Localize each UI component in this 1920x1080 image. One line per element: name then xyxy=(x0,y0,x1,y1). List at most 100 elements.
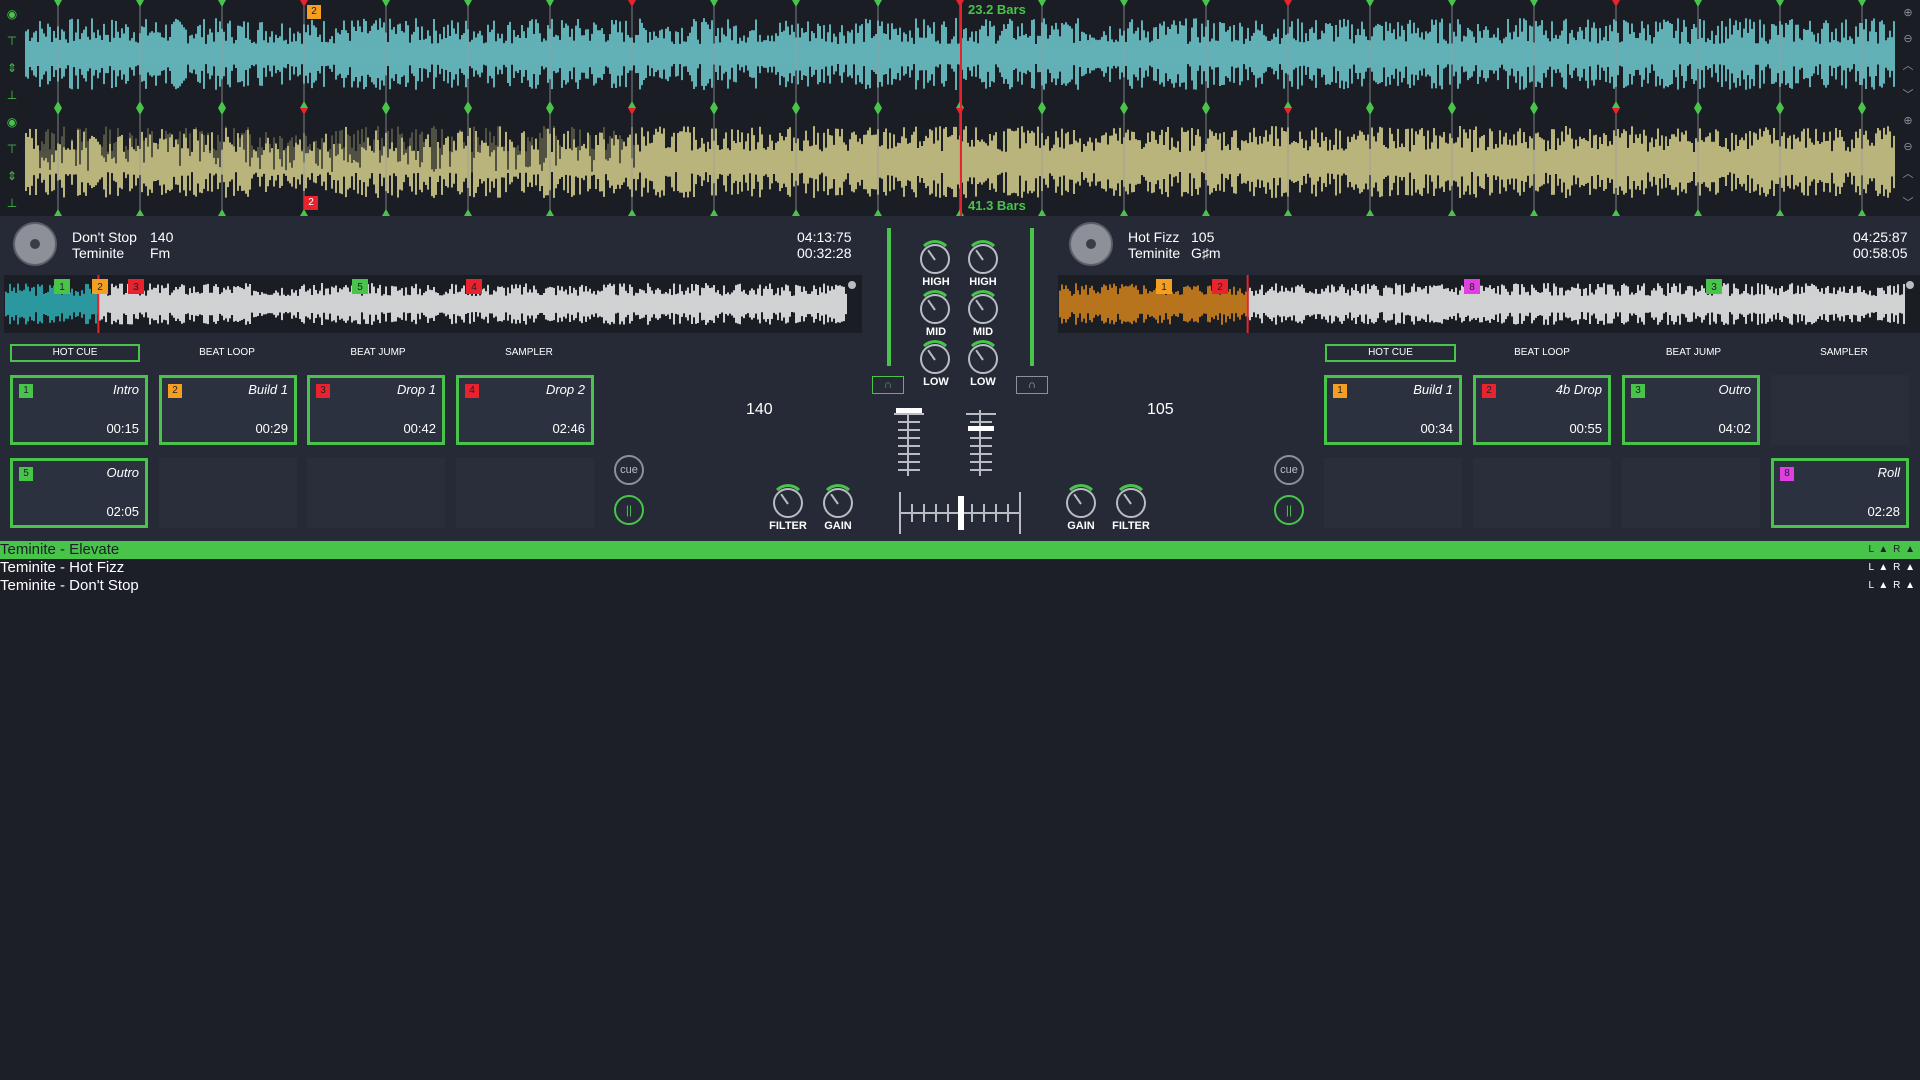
deck-b-track-waveform[interactable]: 1 2 8 3 xyxy=(1058,275,1920,333)
deck-b-hotcue-pad-1[interactable]: 1 Build 1 00:34 xyxy=(1324,375,1462,445)
deck-a-play-pause-button[interactable]: || xyxy=(614,495,644,525)
load-deck-buttons[interactable]: L ▲ R ▲ xyxy=(1868,541,1916,559)
knob-arc xyxy=(1114,484,1148,518)
chevron-down-icon[interactable]: ﹀ xyxy=(1903,194,1914,210)
pad-name: Outro xyxy=(106,465,139,480)
zoom-out-icon[interactable]: ⊖ xyxy=(1903,140,1912,153)
deck-a-filter-knob[interactable] xyxy=(771,484,805,518)
track-played-path xyxy=(5,283,99,325)
pad-number: 8 xyxy=(1780,467,1794,481)
beat-marker xyxy=(546,209,554,216)
deck-a-eq-mid-knob[interactable] xyxy=(918,290,952,324)
deck-b-eq-low-knob[interactable] xyxy=(966,340,1000,374)
beat-marker xyxy=(1366,209,1374,216)
deck-b-hotcue-pad-2[interactable]: 2 4b Drop 00:55 xyxy=(1473,375,1611,445)
deck-a-overview-waveform[interactable]: ◉ ⊤ ⇕ ⊥ ⊕ ⊖ ︿ ﹀ 23.2 Bars 2 xyxy=(0,0,1920,108)
deck-a-tab-hot-cue[interactable]: HOT CUE xyxy=(10,344,140,362)
deck-b-overview-cue-marker[interactable]: 2 xyxy=(304,196,318,210)
deck-a-eq-high-knob[interactable] xyxy=(918,240,952,274)
track-cue-marker: 3 xyxy=(1706,279,1722,294)
pad-name: Drop 2 xyxy=(545,382,585,397)
playlist-row[interactable]: Teminite - Elevate L ▲ R ▲ xyxy=(0,541,1920,559)
deck-b-headphone-cue-button[interactable]: ∩ xyxy=(1016,376,1048,394)
playlist-row[interactable]: Teminite - Don't Stop L ▲ R ▲ xyxy=(0,577,1920,595)
load-deck-buttons[interactable]: L ▲ R ▲ xyxy=(1868,559,1916,577)
beat-marker xyxy=(874,108,882,115)
deck-a-title: Don't Stop xyxy=(72,229,137,245)
deck-a-hotcue-pad-5[interactable]: 5 Outro 02:05 xyxy=(10,458,148,528)
deck-b-hotcue-pad-6[interactable] xyxy=(1473,458,1611,528)
beat-marker xyxy=(628,0,636,7)
beat-marker xyxy=(1284,209,1292,216)
deck-a-volume-fader[interactable] xyxy=(894,408,924,476)
deck-b-play-pause-button[interactable]: || xyxy=(1274,495,1304,525)
deck-b-tab-beat-jump[interactable]: BEAT JUMP xyxy=(1628,344,1759,362)
align-bottom-icon[interactable]: ⊥ xyxy=(7,196,17,210)
deck-b-overview-svg xyxy=(25,108,1895,216)
deck-b-hotcue-pad-7[interactable] xyxy=(1622,458,1760,528)
pad-number: 1 xyxy=(1333,384,1347,398)
knob-arc xyxy=(771,484,805,518)
deck-a-overview-cue-marker[interactable]: 2 xyxy=(307,5,321,19)
deck-b-hotcue-pad-8[interactable]: 8 Roll 02:28 xyxy=(1771,458,1909,528)
deck-a-hotcue-pad-4[interactable]: 4 Drop 2 02:46 xyxy=(456,375,594,445)
zoom-in-icon[interactable]: ⊕ xyxy=(1903,6,1912,19)
deck-a-bars-label: 23.2 Bars xyxy=(968,2,1026,17)
deck-b-gain-knob[interactable] xyxy=(1064,484,1098,518)
beat-marker xyxy=(710,101,718,108)
deck-a-hotcue-pad-8[interactable] xyxy=(456,458,594,528)
beat-marker xyxy=(874,0,882,7)
deck-b-eq-high-knob[interactable] xyxy=(966,240,1000,274)
zoom-out-icon[interactable]: ⊖ xyxy=(1903,32,1912,45)
knob-arc xyxy=(966,340,1000,374)
playlist-row[interactable]: Teminite - Hot Fizz L ▲ R ▲ xyxy=(0,559,1920,577)
beat-marker xyxy=(300,101,308,108)
deck-a-tab-beat-loop[interactable]: BEAT LOOP xyxy=(161,344,293,362)
chevron-up-icon[interactable]: ︿ xyxy=(1903,57,1914,73)
deck-b-filter-knob[interactable] xyxy=(1114,484,1148,518)
deck-a-tab-beat-jump[interactable]: BEAT JUMP xyxy=(313,344,443,362)
crossfader[interactable] xyxy=(899,492,1021,534)
deck-a-hotcue-pad-7[interactable] xyxy=(307,458,445,528)
deck-a-eq-low-knob[interactable] xyxy=(918,340,952,374)
chevron-down-icon[interactable]: ﹀ xyxy=(1903,86,1914,102)
beat-marker xyxy=(1530,108,1538,115)
deck-a-hotcue-pad-6[interactable] xyxy=(159,458,297,528)
deck-b-tab-hot-cue[interactable]: HOT CUE xyxy=(1325,344,1456,362)
beat-marker xyxy=(1366,108,1374,115)
chevron-up-icon[interactable]: ︿ xyxy=(1903,165,1914,181)
beat-marker xyxy=(1776,101,1784,108)
beat-marker xyxy=(300,108,308,115)
color-wheel-icon[interactable]: ◉ xyxy=(7,115,17,129)
beat-marker xyxy=(382,0,390,7)
deck-b-hotcue-pad-3[interactable]: 3 Outro 04:02 xyxy=(1622,375,1760,445)
deck-a-gain-knob[interactable] xyxy=(821,484,855,518)
deck-b-eq-mid-knob[interactable] xyxy=(966,290,1000,324)
deck-a-headphone-cue-button[interactable]: ∩ xyxy=(872,376,904,394)
load-deck-buttons[interactable]: L ▲ R ▲ xyxy=(1868,577,1916,595)
deck-a-tab-sampler[interactable]: SAMPLER xyxy=(463,344,595,362)
align-middle-icon[interactable]: ⇕ xyxy=(7,61,17,75)
color-wheel-icon[interactable]: ◉ xyxy=(7,7,17,21)
align-top-icon[interactable]: ⊤ xyxy=(7,34,17,48)
beat-marker xyxy=(792,0,800,7)
deck-b-hotcue-pad-5[interactable] xyxy=(1324,458,1462,528)
deck-a-hotcue-pad-3[interactable]: 3 Drop 1 00:42 xyxy=(307,375,445,445)
deck-b-overview-waveform[interactable]: ◉ ⊤ ⇕ ⊥ ⊕ ⊖ ︿ ﹀ 41.3 Bars 2 xyxy=(0,108,1920,216)
deck-a-hotcue-pad-1[interactable]: 1 Intro 00:15 xyxy=(10,375,148,445)
beat-marker xyxy=(218,0,226,7)
align-top-icon[interactable]: ⊤ xyxy=(7,142,17,156)
deck-b-hotcue-pad-4[interactable] xyxy=(1771,375,1909,445)
zoom-in-icon[interactable]: ⊕ xyxy=(1903,114,1912,127)
deck-a-track-waveform[interactable]: 1 2 3 5 4 xyxy=(4,275,862,333)
deck-b-tab-beat-loop[interactable]: BEAT LOOP xyxy=(1476,344,1608,362)
deck-b-volume-fader[interactable] xyxy=(966,410,996,476)
deck-a-hotcue-pad-2[interactable]: 2 Build 1 00:29 xyxy=(159,375,297,445)
deck-b-tab-sampler[interactable]: SAMPLER xyxy=(1778,344,1910,362)
knob-arc xyxy=(918,240,952,274)
deck-a-cue-button[interactable]: cue xyxy=(614,455,644,485)
deck-b-cue-button[interactable]: cue xyxy=(1274,455,1304,485)
beat-marker xyxy=(1694,101,1702,108)
align-bottom-icon[interactable]: ⊥ xyxy=(7,88,17,102)
align-middle-icon[interactable]: ⇕ xyxy=(7,169,17,183)
